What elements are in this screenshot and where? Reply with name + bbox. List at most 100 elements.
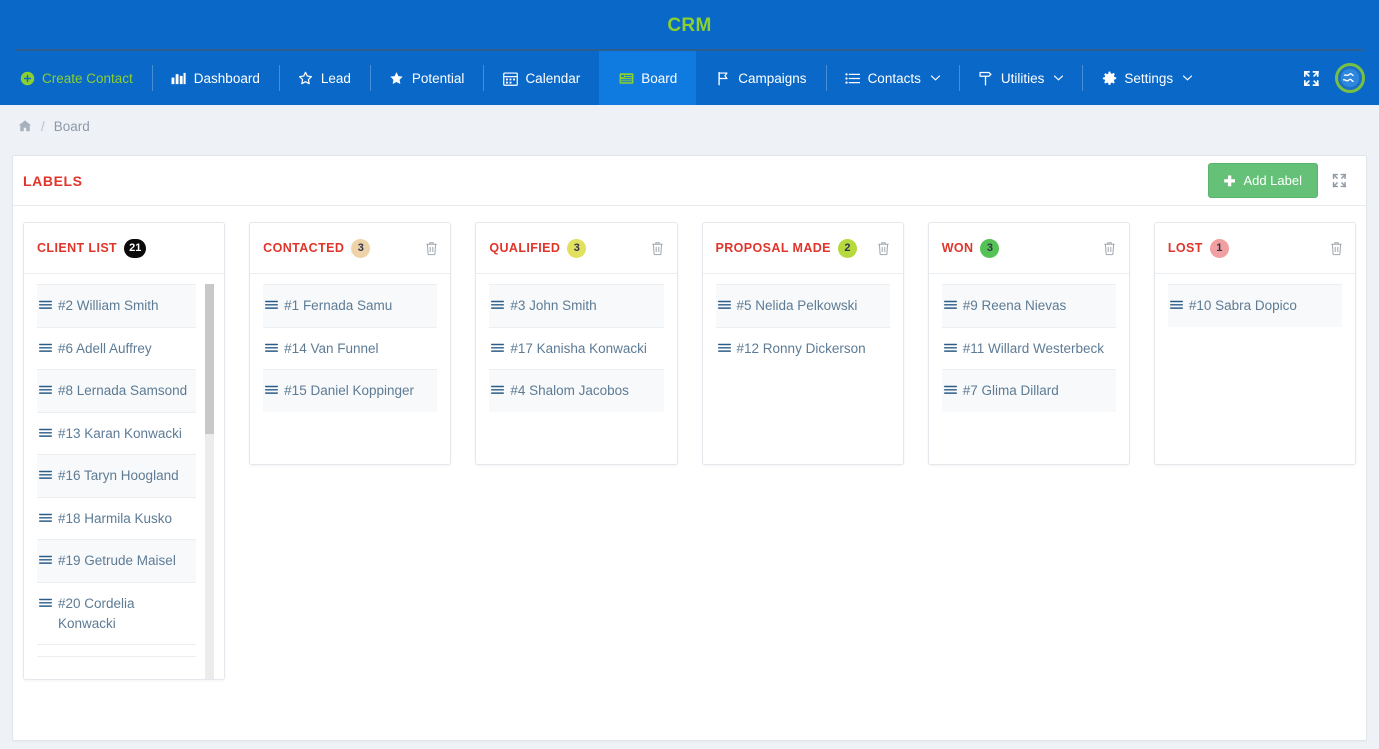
column-header: WON 3 [928, 223, 1129, 274]
column-title-group: CONTACTED 3 [263, 238, 371, 258]
board-card[interactable]: #11 Willard Westerbeck [941, 326, 1116, 370]
star-filled-icon [389, 70, 405, 86]
drag-handle-icon[interactable] [943, 381, 957, 395]
nav-item-label: Contacts [867, 70, 921, 86]
board-card-label: #11 Willard Westerbeck [962, 340, 1104, 356]
add-label-button[interactable]: ✚ Add Label [1207, 163, 1318, 198]
home-icon[interactable] [18, 119, 32, 133]
nav-item-calendar[interactable]: Calendar [483, 51, 599, 105]
nav-item-utilities[interactable]: Utilities [958, 51, 1083, 105]
board-card-label: #9 Reena Nievas [962, 298, 1067, 313]
chevron-down-icon [1183, 73, 1193, 84]
labels-panel: LABELS ✚ Add Label CLIENT LIST 21 #2 Willi… [12, 155, 1367, 741]
board-column-lost: LOST 1 #10 Sabra Dopico [1153, 222, 1357, 465]
board-card[interactable]: #17 Kanisha Konwacki [489, 326, 664, 370]
nav-item-contacts[interactable]: Contacts [825, 51, 959, 105]
globe-avatar-icon[interactable] [1335, 63, 1365, 93]
board-card[interactable]: #2 William Smith [37, 284, 197, 327]
drag-handle-icon[interactable] [717, 339, 731, 353]
board-card[interactable]: #20 Cordelia Konwacki [37, 581, 197, 644]
board-card[interactable]: #19 Getrude Maisel [37, 539, 197, 582]
delete-label-trash-icon[interactable] [649, 239, 667, 257]
nav-item-label: Settings [1124, 70, 1174, 86]
board-card[interactable]: #3 John Smith [489, 284, 664, 327]
board-card-label: #12 Ronny Dickerson [736, 340, 866, 356]
board-column-contacted: CONTACTED 3 #1 Fernada Samu #14 Van Funnel #… [249, 222, 452, 465]
drag-handle-icon[interactable] [39, 594, 52, 608]
page-title: LABELS [23, 172, 83, 189]
nav-item-dashboard[interactable]: Dashboard [151, 51, 279, 105]
panel-fullscreen-expand-icon[interactable] [1328, 170, 1350, 192]
board-card[interactable]: #1 Fernada Samu [263, 284, 438, 327]
column-count-badge: 1 [1209, 238, 1229, 258]
board-card-partial[interactable] [37, 644, 197, 658]
board-column-qualified: QUALIFIED 3 #3 John Smith #17 Kanisha Konwa… [475, 222, 678, 465]
board-column-client-list: CLIENT LIST 21 #2 William Smith #6 Adell Au… [23, 222, 226, 680]
drag-handle-icon[interactable] [39, 509, 52, 523]
board-card[interactable]: #14 Van Funnel [263, 326, 438, 370]
nav-item-label: Campaigns [738, 70, 807, 86]
delete-label-trash-icon[interactable] [1327, 239, 1345, 257]
add-label-button-text: Add Label [1243, 173, 1302, 188]
column-title: PROPOSAL MADE [715, 241, 831, 255]
board-card-label: #2 William Smith [58, 298, 159, 313]
nav-item-settings[interactable]: Settings [1082, 51, 1211, 105]
board-card[interactable]: #8 Lernada Samsond [37, 369, 197, 412]
drag-handle-icon[interactable] [39, 339, 52, 353]
column-count-badge: 2 [837, 238, 857, 258]
panel-header-actions: ✚ Add Label [1207, 163, 1350, 198]
column-title: CLIENT LIST [37, 241, 118, 255]
nav-item-label: Potential [411, 70, 465, 86]
delete-label-trash-icon[interactable] [875, 239, 893, 257]
nav-item-campaigns[interactable]: Campaigns [696, 51, 825, 105]
column-scrollbar-thumb[interactable] [205, 284, 215, 434]
board-card[interactable]: #16 Taryn Hoogland [37, 454, 197, 497]
drag-handle-icon[interactable] [943, 339, 957, 353]
column-header: CONTACTED 3 [250, 223, 451, 274]
drag-handle-icon[interactable] [717, 296, 731, 310]
board-card[interactable]: #18 Harmila Kusko [37, 496, 197, 540]
delete-label-trash-icon[interactable] [422, 239, 440, 257]
column-title: WON [941, 241, 974, 255]
calendar-icon [502, 70, 518, 86]
column-body: #10 Sabra Dopico [1155, 274, 1355, 464]
board-card[interactable]: #9 Reena Nievas [941, 284, 1116, 327]
drag-handle-icon[interactable] [491, 296, 505, 310]
flag-icon [715, 70, 731, 86]
nav-item-board[interactable]: Board [599, 51, 697, 105]
drag-handle-icon[interactable] [943, 296, 957, 310]
drag-handle-icon[interactable] [491, 339, 505, 353]
drag-handle-icon[interactable] [265, 339, 279, 353]
column-body: #5 Nelida Pelkowski #12 Ronny Dickerson [703, 274, 903, 464]
drag-handle-icon[interactable] [39, 466, 52, 480]
drag-handle-icon[interactable] [265, 296, 279, 310]
board-card[interactable]: #12 Ronny Dickerson [715, 326, 890, 370]
drag-handle-icon[interactable] [265, 381, 279, 395]
delete-label-trash-icon[interactable] [1101, 239, 1119, 257]
nav-item-potential[interactable]: Potential [369, 51, 484, 105]
board-card[interactable]: #7 Glima Dillard [941, 369, 1116, 412]
drag-handle-icon[interactable] [39, 424, 52, 438]
board-card[interactable]: #13 Karan Konwacki [37, 411, 197, 455]
drag-handle-icon[interactable] [1169, 296, 1183, 310]
drag-handle-icon[interactable] [39, 551, 52, 565]
column-count-badge: 3 [351, 238, 371, 258]
drag-handle-icon[interactable] [39, 381, 52, 395]
drag-handle-icon[interactable] [491, 381, 505, 395]
board-card[interactable]: #15 Daniel Koppinger [263, 369, 438, 412]
column-header: LOST 1 [1154, 223, 1356, 274]
fullscreen-expand-icon[interactable] [1291, 58, 1331, 98]
board-card-label: #15 Daniel Koppinger [284, 383, 415, 399]
board-card[interactable]: #10 Sabra Dopico [1167, 284, 1343, 327]
board-card-label: #5 Nelida Pelkowski [736, 298, 858, 313]
board-card[interactable]: #5 Nelida Pelkowski [715, 284, 890, 327]
column-scrollbar[interactable] [205, 284, 215, 679]
board-card[interactable]: #4 Shalom Jacobos [489, 369, 664, 412]
board-card-label: #8 Lernada Samsond [58, 383, 188, 399]
nav-item-lead[interactable]: Lead [278, 51, 370, 105]
nav-item-create-contact[interactable]: Create Contact [0, 51, 152, 105]
drag-handle-icon[interactable] [39, 296, 52, 310]
column-body: #2 William Smith #6 Adell Auffrey #8 Lerna… [24, 274, 224, 679]
column-header: PROPOSAL MADE 2 [702, 223, 903, 274]
board-card[interactable]: #6 Adell Auffrey [37, 326, 197, 370]
